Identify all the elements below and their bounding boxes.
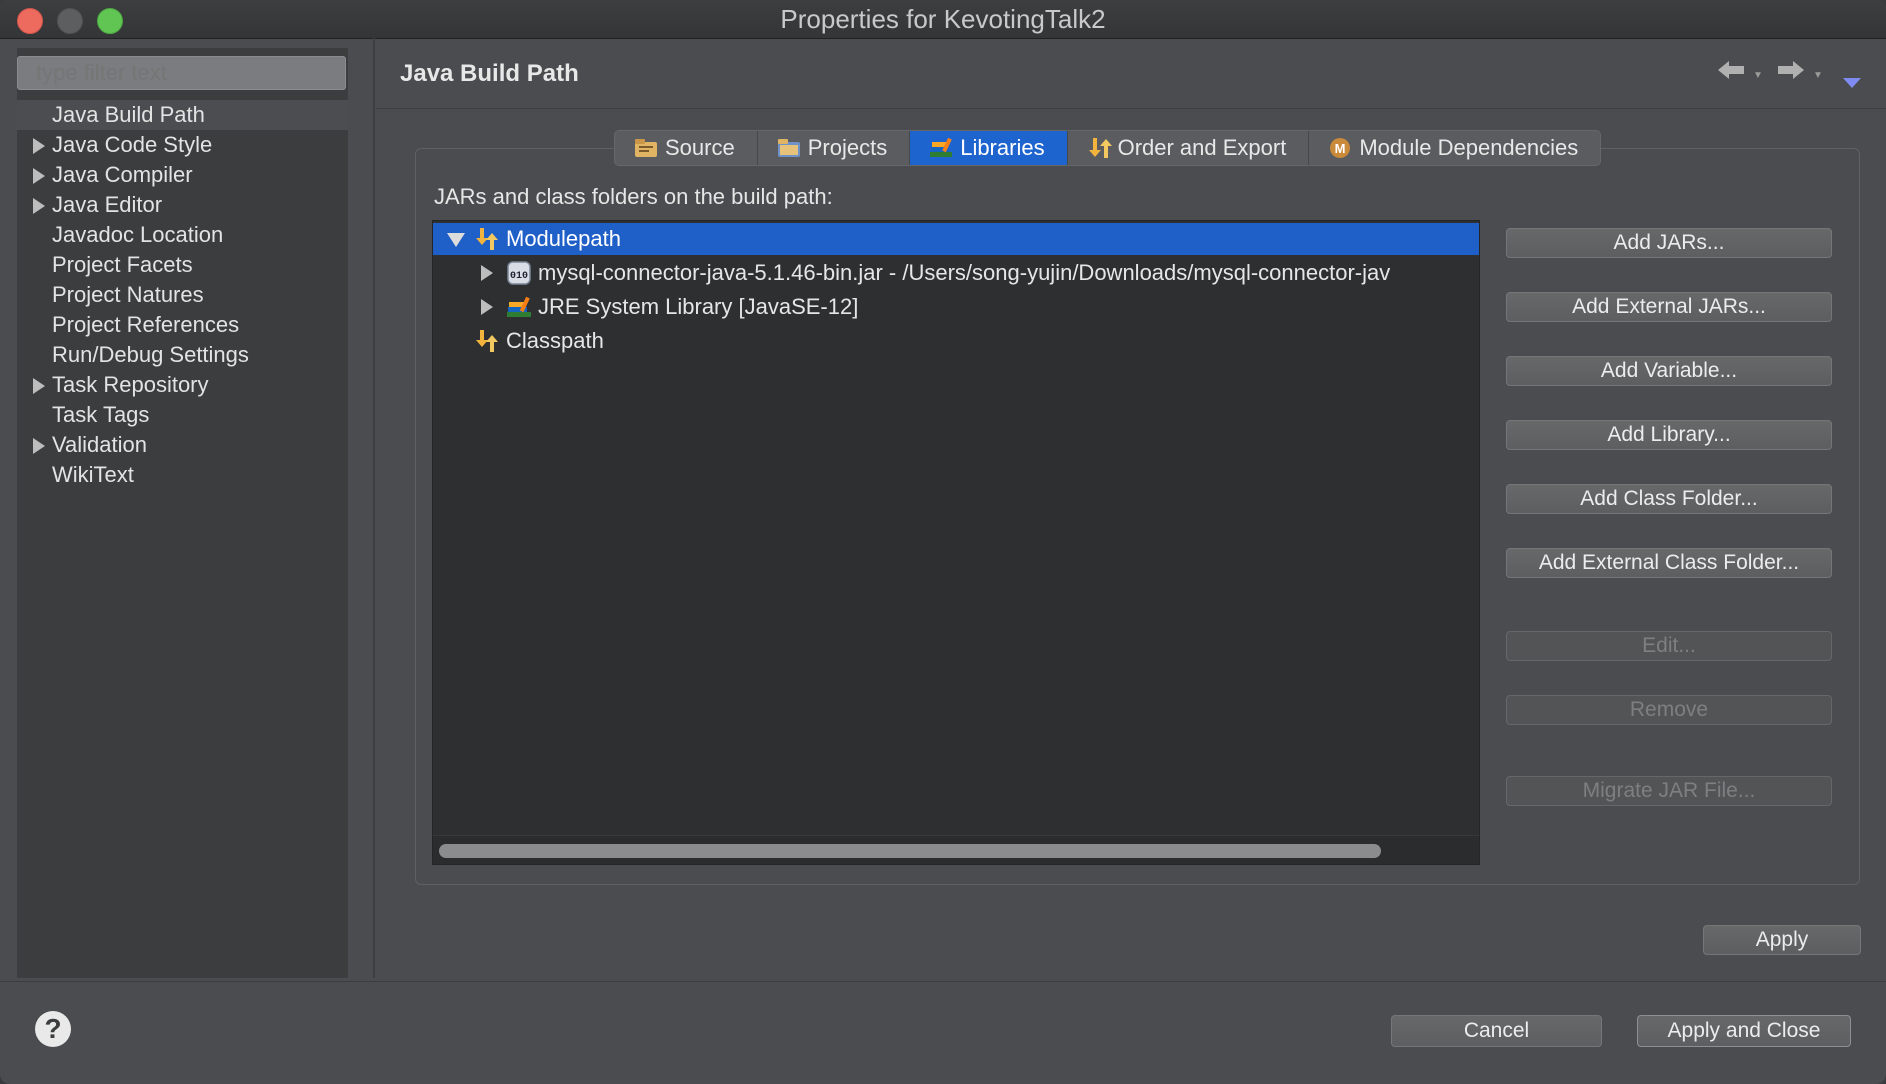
- expand-triangle-icon[interactable]: [481, 265, 493, 281]
- sidebar-item-label: WikiText: [52, 462, 134, 487]
- tab-libraries[interactable]: Libraries: [910, 131, 1068, 165]
- expand-triangle-icon[interactable]: [33, 168, 45, 184]
- sidebar-item-label: Run/Debug Settings: [52, 342, 249, 367]
- edit-button[interactable]: Edit...: [1506, 631, 1832, 661]
- tab-label: Libraries: [960, 135, 1045, 160]
- svg-text:M: M: [1335, 141, 1346, 156]
- sidebar-item-label: Validation: [52, 432, 147, 457]
- sidebar-item-project-facets[interactable]: Project Facets: [17, 250, 348, 280]
- sidebar-item-label: Java Code Style: [52, 132, 213, 157]
- sidebar-item-java-build-path[interactable]: Java Build Path: [17, 100, 348, 130]
- remove-button[interactable]: Remove: [1506, 695, 1832, 725]
- source-folder-icon: [633, 136, 659, 160]
- add-jars-button[interactable]: Add JARs...: [1506, 228, 1832, 258]
- jar-file-icon: 010: [505, 260, 533, 286]
- properties-dialog: Properties for KevotingTalk2 Java Build …: [0, 0, 1886, 1084]
- module-icon: M: [1327, 136, 1353, 160]
- tab-label: Projects: [807, 135, 888, 160]
- sidebar-item-validation[interactable]: Validation: [17, 430, 348, 460]
- library-books-icon: [505, 294, 533, 320]
- classpath-icon: [473, 328, 501, 354]
- tree-row-classpath[interactable]: Classpath: [433, 325, 1479, 357]
- sidebar-item-java-compiler[interactable]: Java Compiler: [17, 160, 348, 190]
- add-external-class-folder-button[interactable]: Add External Class Folder...: [1506, 548, 1832, 578]
- window-title: Properties for KevotingTalk2: [780, 4, 1106, 34]
- sidebar-item-java-editor[interactable]: Java Editor: [17, 190, 348, 220]
- tree-row-modulepath[interactable]: Modulepath: [433, 223, 1479, 255]
- library-books-icon: [928, 136, 954, 160]
- projects-folder-icon: [776, 136, 802, 160]
- sidebar-tree: Java Build Path Java Code Style Java Com…: [17, 100, 348, 490]
- tree-row-mysql-jar[interactable]: 010 mysql-connector-java-5.1.46-bin.jar …: [433, 257, 1479, 289]
- header-separator: [376, 108, 1886, 109]
- tab-projects[interactable]: Projects: [757, 131, 911, 165]
- sidebar-item-label: Java Build Path: [52, 102, 205, 127]
- sidebar-item-java-code-style[interactable]: Java Code Style: [17, 130, 348, 160]
- sidebar-item-label: Task Repository: [52, 372, 209, 397]
- tab-source[interactable]: Source: [615, 131, 758, 165]
- collapse-triangle-icon[interactable]: [447, 233, 465, 247]
- back-dropdown-icon[interactable]: ▼: [1753, 70, 1763, 81]
- apply-and-close-button[interactable]: Apply and Close: [1637, 1015, 1851, 1047]
- pane-divider[interactable]: [373, 38, 375, 978]
- scrollbar-thumb[interactable]: [439, 844, 1381, 858]
- tab-label: Order and Export: [1117, 135, 1287, 160]
- sidebar-item-task-tags[interactable]: Task Tags: [17, 400, 348, 430]
- tree-label: Modulepath: [506, 226, 621, 251]
- filter-input[interactable]: [17, 56, 346, 90]
- forward-dropdown-icon[interactable]: ▼: [1813, 70, 1823, 81]
- expand-triangle-icon[interactable]: [481, 299, 493, 315]
- tree-row-jre-system-library[interactable]: JRE System Library [JavaSE-12]: [433, 291, 1479, 323]
- svg-text:010: 010: [510, 271, 528, 282]
- tab-order-and-export[interactable]: Order and Export: [1067, 131, 1310, 165]
- back-arrow-icon[interactable]: [1716, 58, 1746, 89]
- tree-label: mysql-connector-java-5.1.46-bin.jar - /U…: [538, 260, 1391, 285]
- sidebar-item-run-debug-settings[interactable]: Run/Debug Settings: [17, 340, 348, 370]
- sidebar-item-project-natures[interactable]: Project Natures: [17, 280, 348, 310]
- build-path-tabs: Source Projects Libraries Order and Expo…: [614, 130, 1602, 166]
- expand-triangle-icon[interactable]: [33, 438, 45, 454]
- sidebar-item-label: Task Tags: [52, 402, 150, 427]
- footer-separator: [0, 981, 1886, 982]
- sidebar-item-label: Javadoc Location: [52, 222, 224, 247]
- expand-triangle-icon[interactable]: [33, 198, 45, 214]
- modulepath-icon: [473, 226, 501, 252]
- tree-label: Classpath: [506, 328, 604, 353]
- title-bar: Properties for KevotingTalk2: [0, 0, 1886, 39]
- tab-module-dependencies[interactable]: M Module Dependencies: [1309, 131, 1601, 165]
- tree-label: JRE System Library [JavaSE-12]: [538, 294, 859, 319]
- libraries-tree[interactable]: Modulepath 010 mysql-connector-java-5.1.…: [432, 220, 1480, 865]
- add-external-jars-button[interactable]: Add External JARs...: [1506, 292, 1832, 322]
- tab-label: Source: [665, 135, 735, 160]
- add-library-button[interactable]: Add Library...: [1506, 420, 1832, 450]
- sidebar-item-label: Java Editor: [52, 192, 163, 217]
- add-variable-button[interactable]: Add Variable...: [1506, 356, 1832, 386]
- sidebar-item-task-repository[interactable]: Task Repository: [17, 370, 348, 400]
- sidebar-item-label: Project References: [52, 312, 240, 337]
- add-class-folder-button[interactable]: Add Class Folder...: [1506, 484, 1832, 514]
- cancel-button[interactable]: Cancel: [1391, 1015, 1602, 1047]
- preferences-sidebar: Java Build Path Java Code Style Java Com…: [17, 48, 348, 978]
- order-export-icon: [1086, 136, 1112, 160]
- migrate-jar-button[interactable]: Migrate JAR File...: [1506, 776, 1832, 806]
- expand-triangle-icon[interactable]: [33, 378, 45, 394]
- build-path-description: JARs and class folders on the build path…: [434, 184, 833, 209]
- tab-label: Module Dependencies: [1359, 135, 1579, 160]
- view-menu-chevron-down-icon[interactable]: [1842, 66, 1862, 97]
- sidebar-item-javadoc-location[interactable]: Javadoc Location: [17, 220, 348, 250]
- horizontal-scrollbar[interactable]: [433, 835, 1479, 864]
- expand-triangle-icon[interactable]: [33, 138, 45, 154]
- sidebar-item-label: Project Natures: [52, 282, 204, 307]
- apply-button[interactable]: Apply: [1703, 925, 1861, 955]
- sidebar-item-project-references[interactable]: Project References: [17, 310, 348, 340]
- page-title: Java Build Path: [400, 60, 579, 87]
- help-icon[interactable]: ?: [35, 1011, 71, 1047]
- sidebar-item-wikitext[interactable]: WikiText: [17, 460, 348, 490]
- sidebar-item-label: Java Compiler: [52, 162, 193, 187]
- sidebar-item-label: Project Facets: [52, 252, 193, 277]
- forward-arrow-icon[interactable]: [1776, 58, 1806, 89]
